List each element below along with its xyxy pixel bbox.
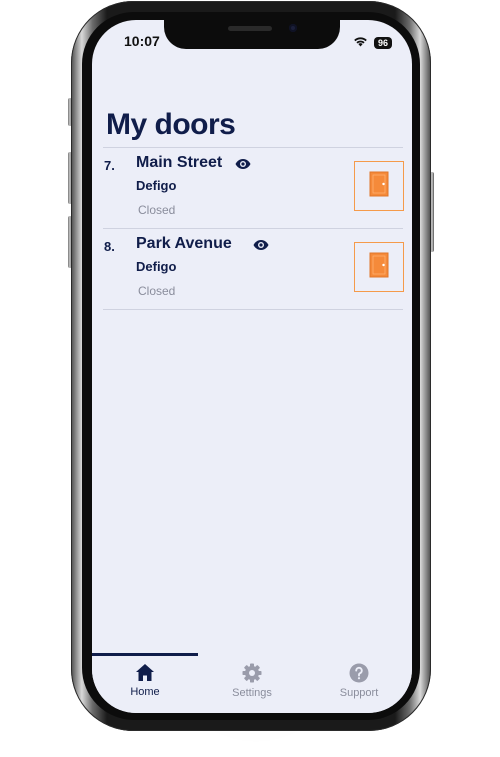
earpiece-speaker [228,26,272,31]
home-icon [136,664,154,681]
nav-settings-label: Settings [232,687,272,699]
help-icon [349,663,369,683]
door-list: 7. Main Street Defigo Closed 8. Park Ave… [103,147,404,310]
battery-indicator: 96 [373,37,392,49]
door-name: Main Street [136,154,223,171]
status-time: 10:07 [124,33,160,49]
nav-home[interactable]: Home [92,653,198,713]
door-state: Closed [138,284,176,298]
door-row[interactable]: 8. Park Avenue Defigo Closed [103,229,404,310]
open-door-button[interactable] [354,242,404,292]
door-row[interactable]: 7. Main Street Defigo Closed [103,148,404,229]
door-state: Closed [138,203,176,217]
page-title: My doors [106,108,236,141]
door-vendor: Defigo [136,259,177,274]
door-vendor: Defigo [136,178,177,193]
door-icon [369,252,389,283]
notch [164,20,340,49]
door-icon [369,171,389,202]
bottom-nav: Home Settings Support [92,653,412,713]
gear-icon [242,663,262,683]
app-screen: 10:07 96 My doors 7. Main Street Defigo … [92,20,412,713]
open-door-button[interactable] [354,161,404,211]
door-name: Park Avenue [136,235,232,252]
status-indicators: 96 [353,34,392,52]
nav-home-label: Home [130,686,160,698]
nav-support-label: Support [339,687,379,699]
nav-settings[interactable]: Settings [199,653,305,713]
front-camera [289,24,297,32]
nav-support[interactable]: Support [306,653,412,713]
wifi-icon [353,34,368,52]
door-number: 7. [104,158,115,173]
eye-icon[interactable] [235,157,251,169]
door-number: 8. [104,239,115,254]
eye-icon[interactable] [253,238,269,250]
